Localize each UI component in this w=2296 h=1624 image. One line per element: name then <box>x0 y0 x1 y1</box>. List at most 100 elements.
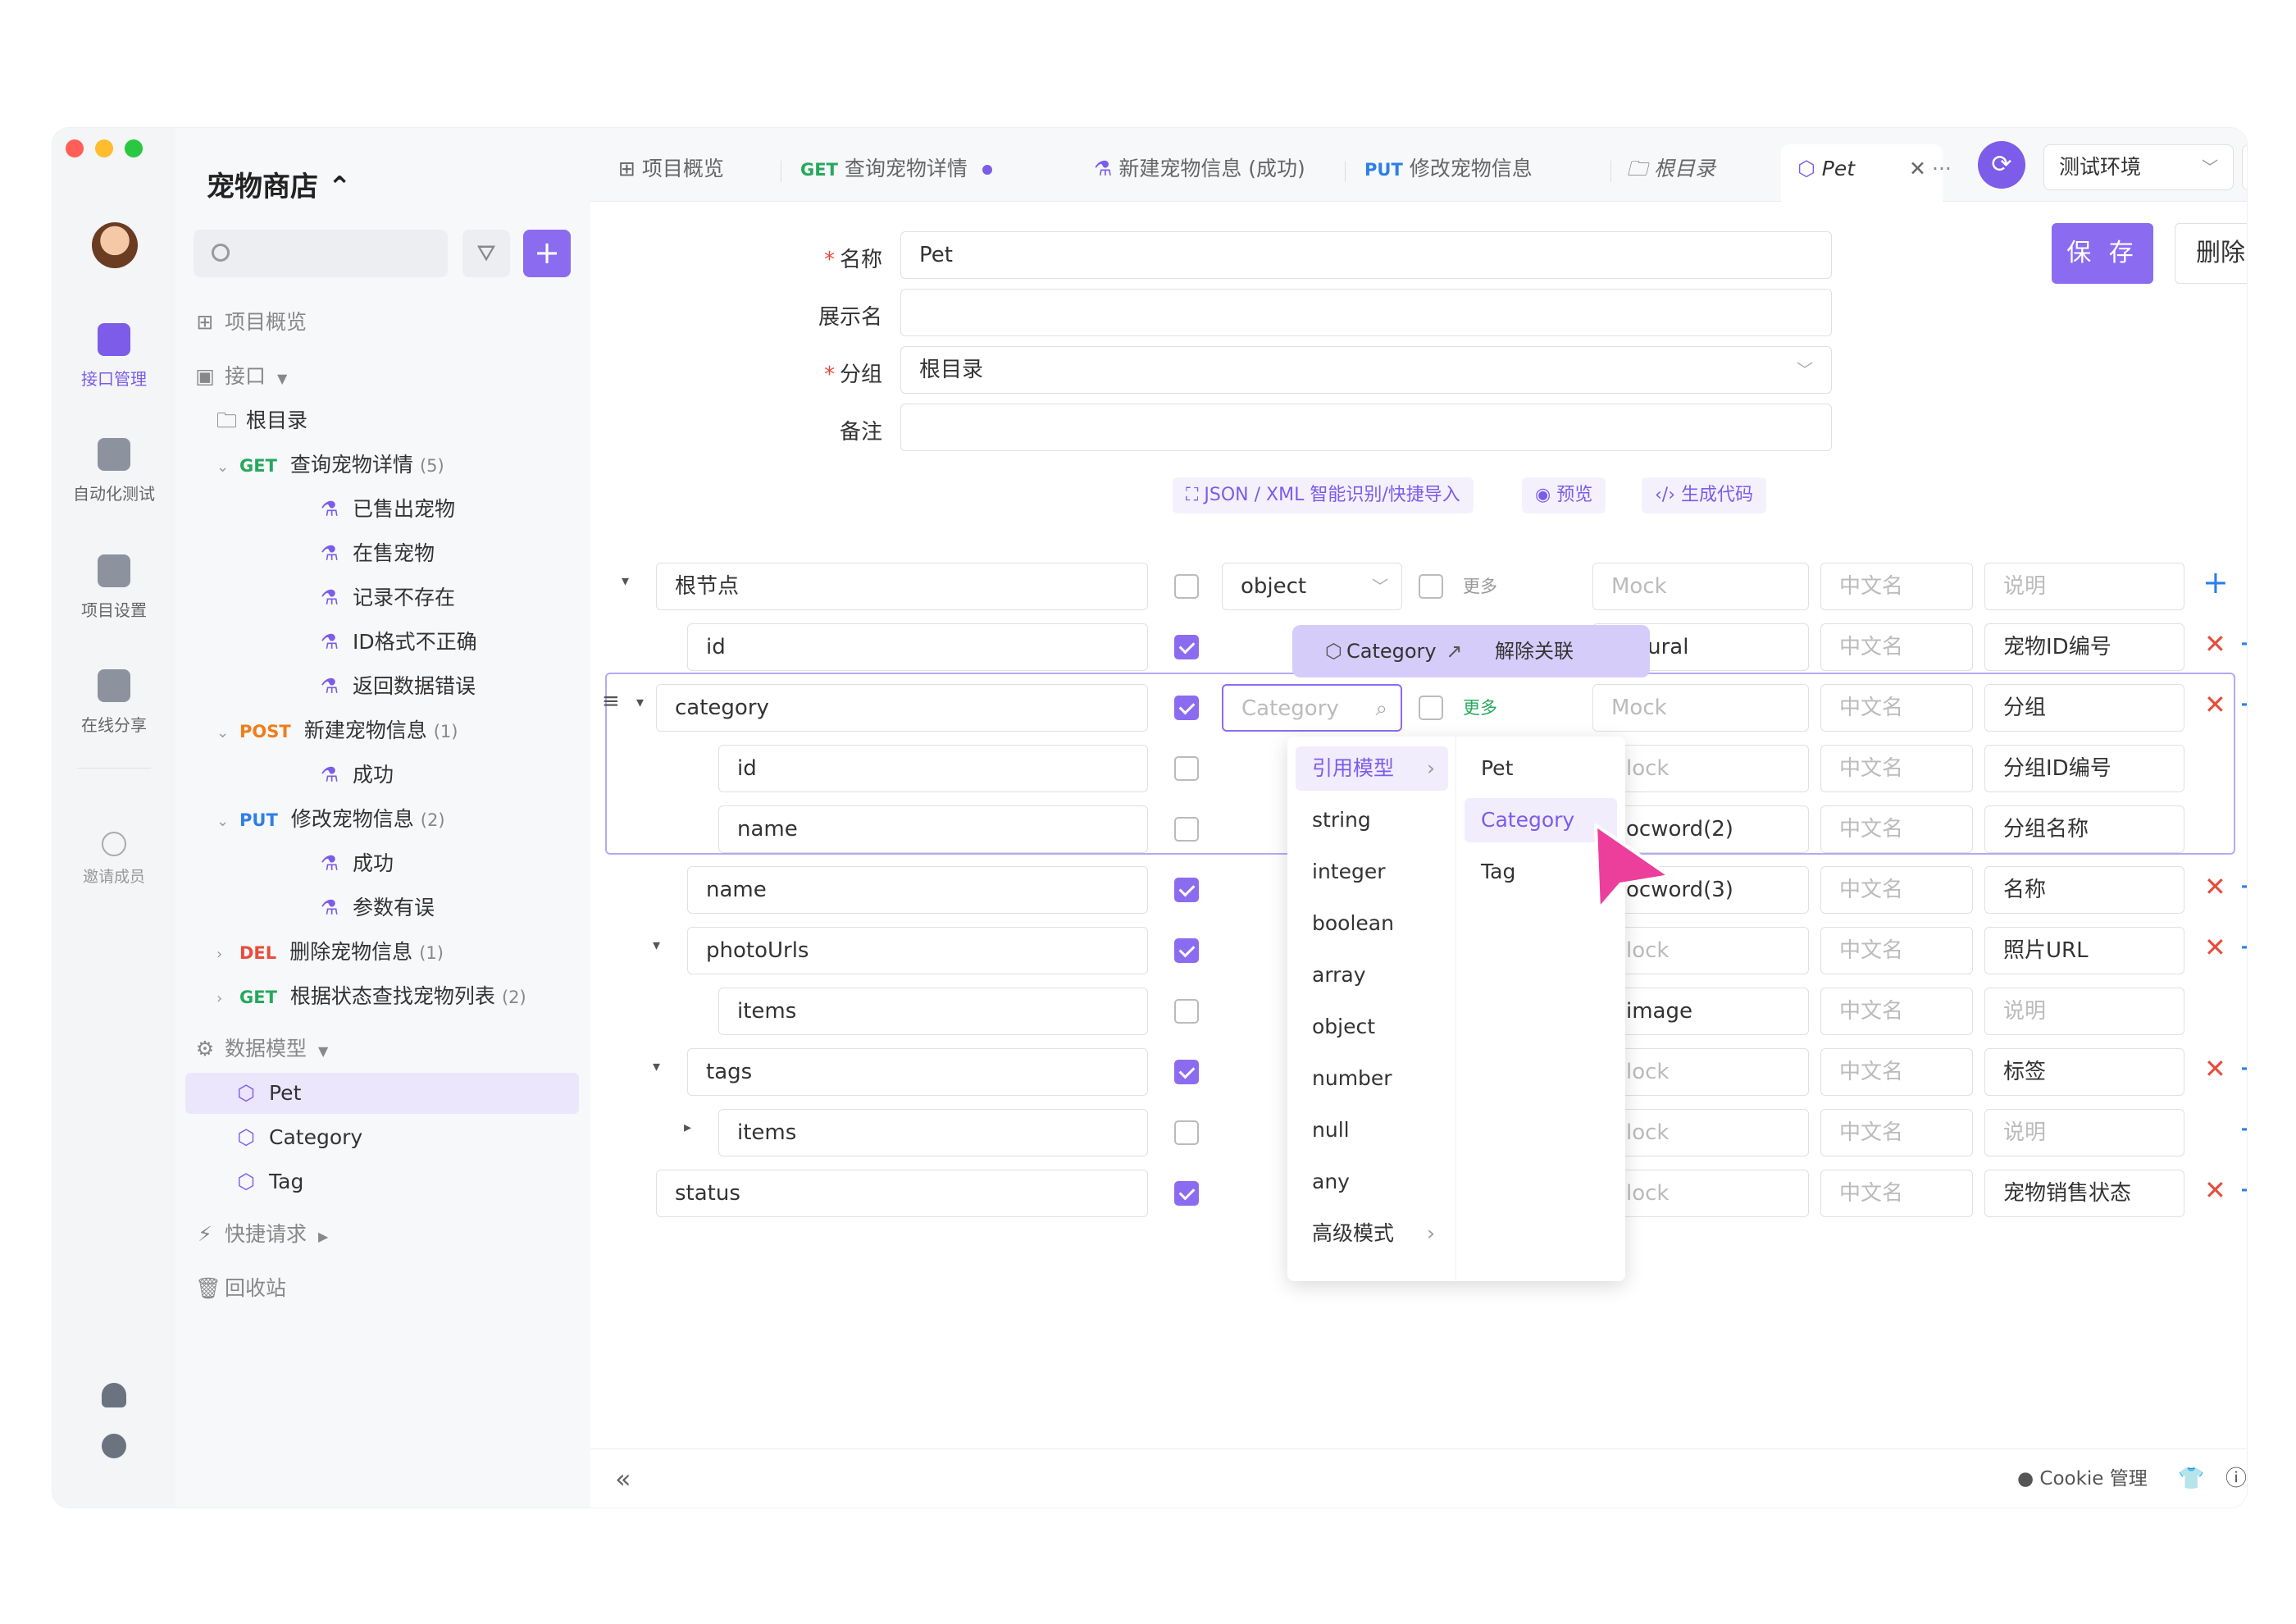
description-input[interactable]: 说明 <box>1984 988 2184 1035</box>
tree-case[interactable]: ⚗ 已售出宠物 <box>175 489 590 530</box>
display-name-field[interactable] <box>900 289 1832 336</box>
field-name-input[interactable]: items <box>718 1109 1148 1156</box>
chinese-name-input[interactable]: 中文名 <box>1820 805 1973 853</box>
field-name-input[interactable]: items <box>718 988 1148 1035</box>
caret-right-icon[interactable]: ▸ <box>684 1119 691 1136</box>
delete-row-icon[interactable]: ✕ <box>2204 932 2226 963</box>
field-name-input[interactable]: photoUrls <box>687 927 1148 974</box>
delete-row-icon[interactable]: ✕ <box>2204 689 2226 720</box>
sidebar-item-quick-request[interactable]: ⚡ 快捷请求 ▶ <box>175 1214 590 1255</box>
add-sibling-button[interactable]: + <box>2239 1050 2247 1086</box>
gear-icon[interactable] <box>102 1434 126 1458</box>
more-button[interactable]: 更多 <box>1463 684 1497 732</box>
add-sibling-button[interactable]: + <box>2239 868 2247 904</box>
description-input[interactable]: 分组名称 <box>1984 805 2184 853</box>
rail-item-api[interactable]: 接口管理 <box>52 323 175 390</box>
rail-item-automation[interactable]: 自动化测试 <box>52 438 175 504</box>
add-sibling-button[interactable]: + <box>2239 928 2247 965</box>
filter-button[interactable]: ⛛ <box>462 230 510 277</box>
ref-model-link[interactable]: Category <box>1346 640 1437 663</box>
group-select[interactable]: 根目录 ﹀ <box>900 346 1832 394</box>
chinese-name-input[interactable]: 中文名 <box>1820 927 1973 974</box>
tree-endpoint[interactable]: › GET 根据状态查找宠物列表 (2) <box>175 976 590 1017</box>
generate-code-button[interactable]: ‹/› 生成代码 <box>1642 477 1767 513</box>
search-input[interactable] <box>194 230 448 277</box>
chinese-name-input[interactable]: 中文名 <box>1820 1109 1973 1156</box>
required-checkbox[interactable] <box>1174 1120 1199 1145</box>
chinese-name-input[interactable]: 中文名 <box>1820 1048 1973 1096</box>
invite-member-button[interactable]: 邀请成员 <box>52 832 175 887</box>
field-name-input[interactable]: status <box>656 1170 1148 1217</box>
tree-case[interactable]: ⚗ 记录不存在 <box>175 577 590 618</box>
add-sibling-button[interactable]: + <box>2239 686 2247 722</box>
description-input[interactable]: 分组ID编号 <box>1984 745 2184 792</box>
description-input[interactable]: 名称 <box>1984 866 2184 914</box>
field-name-input[interactable]: category <box>656 684 1148 732</box>
description-input[interactable]: 说明 <box>1984 563 2184 610</box>
tree-case[interactable]: ⚗ 成功 <box>175 755 590 796</box>
collapse-sidebar-icon[interactable]: « <box>615 1449 631 1508</box>
rail-item-settings[interactable]: 项目设置 <box>52 554 175 621</box>
type-select[interactable]: object ﹀ <box>1222 563 1402 610</box>
chinese-name-input[interactable]: 中文名 <box>1820 745 1973 792</box>
delete-row-icon[interactable]: ✕ <box>2204 871 2226 902</box>
bell-icon[interactable] <box>102 1383 126 1407</box>
tab-new-pet[interactable]: ⚗ 新建宠物信息 (成功) <box>1094 144 1305 194</box>
caret-down-icon[interactable]: ▾ <box>653 1058 660 1075</box>
delete-row-icon[interactable]: ✕ <box>2204 1053 2226 1084</box>
shirt-icon[interactable]: 👕 <box>2178 1449 2204 1508</box>
sidebar-item-root-folder[interactable]: 🗀 根目录 <box>175 400 590 441</box>
type-option[interactable]: array <box>1296 953 1448 997</box>
tree-model-pet[interactable]: ⬡ Pet <box>185 1073 579 1114</box>
sync-icon[interactable]: ⟳ <box>1978 141 2025 189</box>
required-checkbox[interactable] <box>1174 574 1199 599</box>
description-input[interactable]: 照片URL <box>1984 927 2184 974</box>
minimize-window-button[interactable] <box>95 139 113 157</box>
add-sibling-button[interactable]: + <box>2239 625 2247 661</box>
type-option[interactable]: number <box>1296 1056 1448 1101</box>
delete-row-icon[interactable]: ✕ <box>2204 628 2226 659</box>
tab-get-pet[interactable]: GET 查询宠物详情 <box>800 144 992 194</box>
more-button[interactable]: 更多 <box>1463 563 1497 610</box>
tab-put-pet[interactable]: PUT 修改宠物信息 <box>1364 144 1533 194</box>
maximize-window-button[interactable] <box>125 139 143 157</box>
required-checkbox[interactable] <box>1174 878 1199 902</box>
description-input[interactable]: 宠物销售状态 <box>1984 1170 2184 1217</box>
project-title[interactable]: 宠物商店 ⌃ <box>207 164 351 204</box>
chinese-name-input[interactable]: 中文名 <box>1820 623 1973 671</box>
description-input[interactable]: 宠物ID编号 <box>1984 623 2184 671</box>
more-tabs-button[interactable]: ··· <box>1932 144 1952 194</box>
nullable-checkbox[interactable] <box>1419 574 1443 599</box>
sidebar-item-data-models[interactable]: ⚙ 数据模型 ▼ <box>175 1029 590 1070</box>
tree-case[interactable]: ⚗ 参数有误 <box>175 887 590 928</box>
model-option[interactable]: Pet <box>1465 746 1617 791</box>
tab-pet-model[interactable]: ⬡ Pet ✕ <box>1781 144 1943 202</box>
rail-item-share[interactable]: 在线分享 <box>52 669 175 736</box>
required-checkbox[interactable] <box>1174 1060 1199 1084</box>
chinese-name-input[interactable]: 中文名 <box>1820 988 1973 1035</box>
tree-model-category[interactable]: ⬡ Category <box>175 1117 590 1158</box>
field-name-input[interactable]: name <box>687 866 1148 914</box>
required-checkbox[interactable] <box>1174 635 1199 659</box>
sidebar-item-trash[interactable]: 🗑 回收站 <box>175 1268 590 1309</box>
delete-row-icon[interactable]: ✕ <box>2204 1175 2226 1206</box>
type-option[interactable]: null <box>1296 1108 1448 1152</box>
delete-button[interactable]: 删除 <box>2175 223 2247 284</box>
help-icon[interactable]: ⓘ <box>2225 1449 2247 1508</box>
chinese-name-input[interactable]: 中文名 <box>1820 1170 1973 1217</box>
description-input[interactable]: 标签 <box>1984 1048 2184 1096</box>
field-name-input[interactable]: tags <box>687 1048 1148 1096</box>
close-window-button[interactable] <box>66 139 84 157</box>
add-child-button[interactable]: + <box>2239 1111 2247 1147</box>
field-name-input[interactable]: 根节点 <box>656 563 1148 610</box>
avatar[interactable] <box>92 222 138 268</box>
required-checkbox[interactable] <box>1174 696 1199 720</box>
tree-endpoint[interactable]: ⌄ POST 新建宠物信息 (1) <box>175 710 590 751</box>
tree-endpoint[interactable]: › DEL 删除宠物信息 (1) <box>175 932 590 973</box>
tree-case[interactable]: ⚗ 成功 <box>175 843 590 884</box>
chinese-name-input[interactable]: 中文名 <box>1820 563 1973 610</box>
mock-input[interactable]: Mock <box>1592 684 1809 732</box>
required-checkbox[interactable] <box>1174 938 1199 963</box>
chinese-name-input[interactable]: 中文名 <box>1820 866 1973 914</box>
save-button[interactable]: 保 存 <box>2052 223 2153 284</box>
